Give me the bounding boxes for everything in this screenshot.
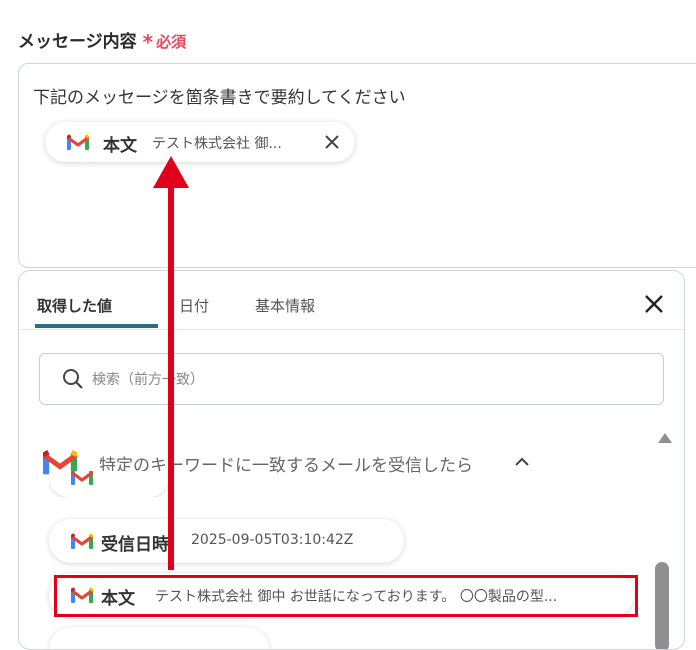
item-title: 受信日時 xyxy=(101,535,169,555)
close-icon[interactable] xyxy=(324,134,340,150)
tab-basic-info[interactable]: 基本情報 xyxy=(255,295,315,316)
close-icon[interactable] xyxy=(644,294,664,314)
search-box[interactable] xyxy=(39,353,664,405)
field-label: メッセージ内容 * 必須 xyxy=(18,27,186,54)
field-label-text: メッセージ内容 xyxy=(18,32,137,52)
tab-divider xyxy=(19,329,684,330)
body-variable-chip[interactable]: 本文 テスト株式会社 御... xyxy=(45,122,355,162)
chevron-up-icon[interactable] xyxy=(515,457,529,467)
textarea-text: 下記のメッセージを箇条書きで要約してください xyxy=(33,88,406,108)
required-asterisk: * xyxy=(142,30,154,54)
list-item-partial[interactable] xyxy=(49,471,169,497)
tab-acquired-values[interactable]: 取得した値 xyxy=(37,295,112,316)
scrollbar-thumb[interactable] xyxy=(655,562,669,649)
variable-picker-panel: 取得した値 日付 基本情報 特定のキーワードに一致するメールを受信したら xyxy=(18,270,685,650)
item-value: 2025-09-05T03:10:42Z xyxy=(191,532,354,548)
active-tab-indicator xyxy=(35,324,158,328)
scroll-up-icon[interactable] xyxy=(657,432,673,444)
chip-value: テスト株式会社 御... xyxy=(152,136,282,152)
chip-title: 本文 xyxy=(103,136,137,156)
search-icon xyxy=(63,369,83,389)
required-label: 必須 xyxy=(156,33,187,51)
gmail-icon xyxy=(71,471,93,485)
search-input[interactable] xyxy=(90,367,634,393)
tab-date[interactable]: 日付 xyxy=(179,295,209,316)
list-item-received-datetime[interactable]: 受信日時 2025-09-05T03:10:42Z xyxy=(49,519,404,563)
list-item-body[interactable]: 本文 テスト株式会社 御中 お世話になっております。 〇〇製品の型... xyxy=(49,573,634,617)
gmail-icon xyxy=(71,533,93,549)
required-marker: * 必須 xyxy=(142,30,187,54)
scrollbar[interactable] xyxy=(647,426,673,649)
message-textarea[interactable]: 下記のメッセージを箇条書きで要約してください 本文 テスト株式会社 御... xyxy=(18,63,696,268)
item-title: 本文 xyxy=(101,589,135,609)
list-item-next[interactable] xyxy=(49,627,269,649)
gmail-icon xyxy=(67,134,89,150)
gmail-icon xyxy=(71,587,93,603)
item-value: テスト株式会社 御中 お世話になっております。 〇〇製品の型... xyxy=(155,589,558,605)
